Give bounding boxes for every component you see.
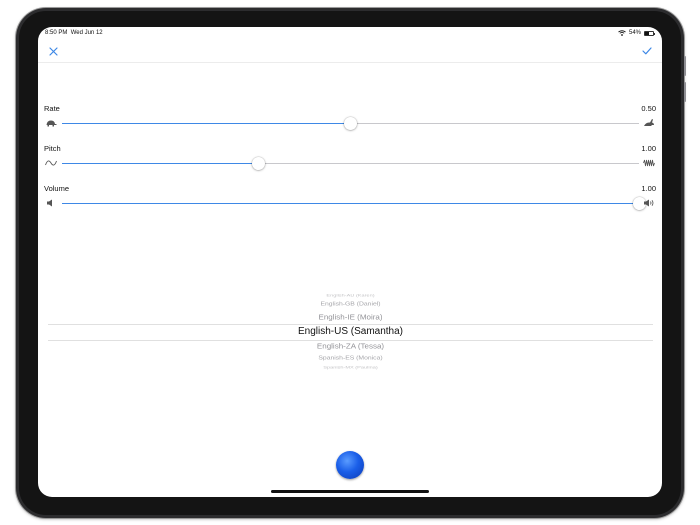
speaker-high-icon[interactable] [642,197,656,209]
volume-slider-fill [62,203,639,204]
battery-icon [644,30,655,36]
rate-value: 0.50 [641,104,656,113]
home-indicator[interactable] [271,490,429,493]
rate-slider-thumb[interactable] [344,117,357,130]
volume-value: 1.00 [641,184,656,193]
picker-option[interactable]: English-AU (Karen) [48,294,653,298]
pitch-slider-track[interactable] [62,157,639,170]
status-bar: 8:50 PM Wed Jun 12 54% [38,27,662,39]
high-wave-icon[interactable] [642,157,656,169]
close-button[interactable] [43,41,63,61]
app-screen: 8:50 PM Wed Jun 12 54% Rate 0.50 Pitch 1… [38,27,662,497]
status-time-text: 8:50 PM [45,30,68,36]
speak-button[interactable] [336,451,364,479]
picker-option[interactable]: Spanish-ES (Monica) [48,356,653,361]
pitch-slider-fill [62,163,259,164]
confirm-button[interactable] [637,41,657,61]
turtle-icon[interactable] [44,117,58,129]
pitch-label: Pitch [44,144,61,153]
pitch-value: 1.00 [641,144,656,153]
rate-slider-fill [62,123,351,124]
picker-selection-top [48,324,653,325]
rate-label: Rate [44,104,60,113]
status-right: 54% [618,30,655,36]
wifi-icon [618,30,626,36]
status-date: Wed Jun 12 [70,30,103,36]
battery-percent: 54% [628,30,641,36]
speaker-low-icon[interactable] [44,197,58,209]
volume-button [684,56,686,76]
status-time: 8:50 PM Wed Jun 12 [45,30,103,36]
volume-button [684,82,686,102]
rate-slider-track[interactable] [62,117,639,130]
picker-option[interactable]: English-US (Samantha) [48,326,653,337]
checkmark-icon [642,47,652,55]
close-icon [48,46,58,56]
picker-option[interactable]: Spanish-MX (Paulina) [48,366,653,370]
navigation-bar [38,39,662,63]
voice-picker[interactable]: English-AU (Karen) English-GB (Daniel) Eng… [48,289,653,371]
volume-slider-track[interactable] [62,197,646,210]
picker-selection-bottom [48,340,653,341]
picker-option[interactable]: English-GB (Daniel) [48,302,653,307]
picker-option[interactable]: English-IE (Moira) [48,313,653,321]
hare-icon[interactable] [642,116,656,128]
picker-option[interactable]: English-ZA (Tessa) [48,342,653,350]
pitch-slider-thumb[interactable] [251,157,265,170]
low-wave-icon[interactable] [44,157,58,169]
volume-label: Volume [44,184,70,193]
